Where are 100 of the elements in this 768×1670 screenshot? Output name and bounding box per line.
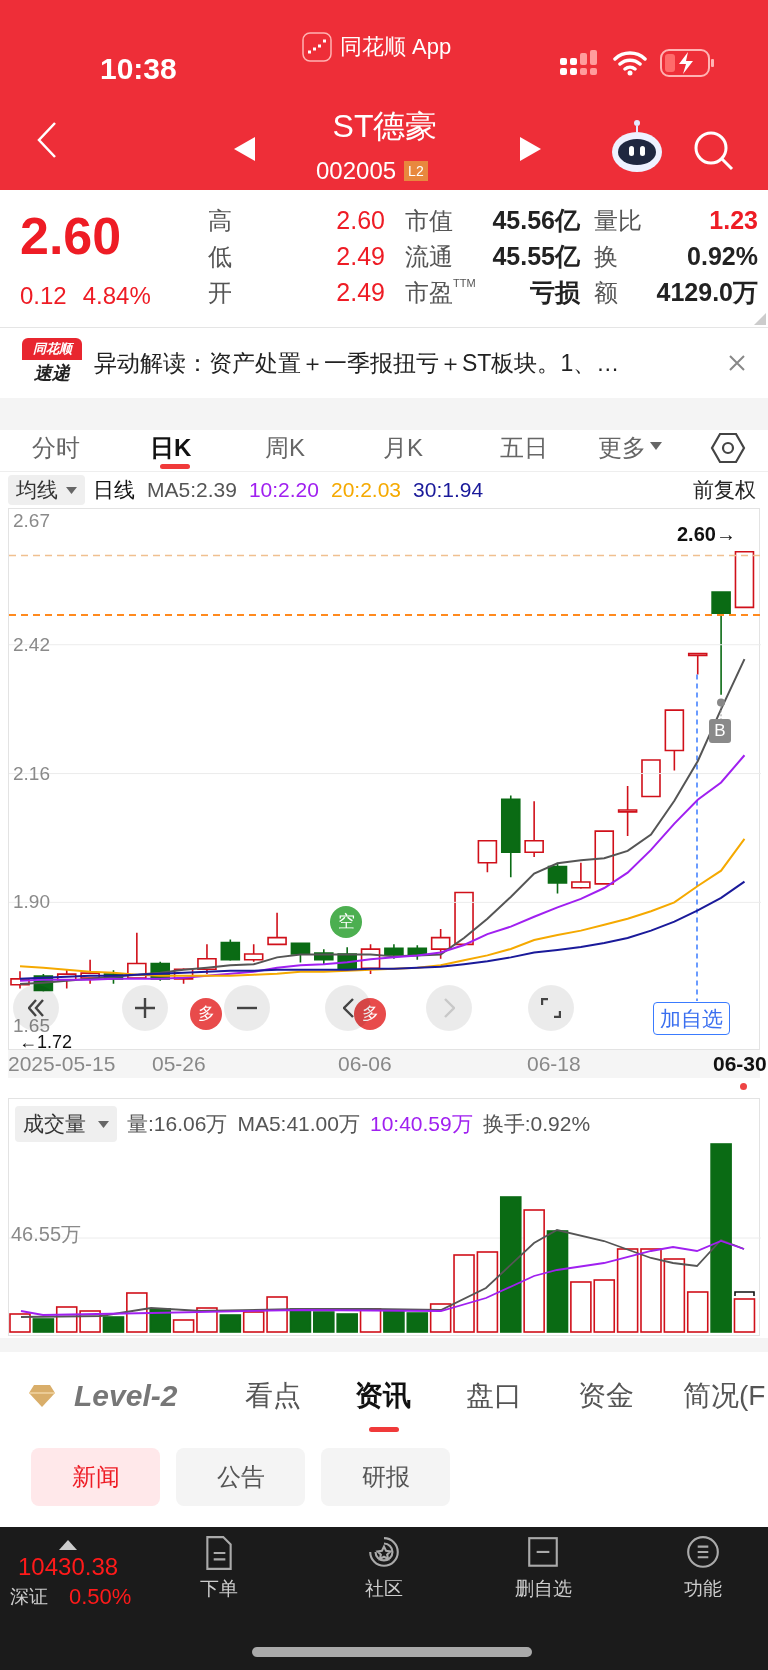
stock-title: ST德豪: [331, 107, 439, 146]
indicator-selector[interactable]: 成交量: [15, 1106, 117, 1142]
candlestick: [407, 944, 428, 961]
detail-tab[interactable]: 盘口: [466, 1376, 522, 1432]
level-badge: L2: [404, 161, 428, 181]
bracket-mark-icon: [734, 1291, 755, 1297]
candlestick: [56, 968, 77, 990]
candlestick: [454, 891, 474, 946]
candlestick: [197, 943, 217, 975]
period-tab[interactable]: 日K: [150, 430, 192, 472]
next-stock-icon[interactable]: [518, 136, 542, 162]
battery-icon: [660, 49, 716, 77]
status-time: 10:38: [100, 51, 177, 87]
candlestick: [477, 839, 498, 874]
index-value: 10430.38: [18, 1552, 119, 1582]
candlestick: [664, 709, 685, 772]
stat-label: 高: [208, 206, 232, 236]
date-axis-label: 2025-05-15: [8, 1051, 116, 1077]
period-tab[interactable]: 五日: [500, 430, 548, 472]
candlestick: [173, 967, 194, 985]
date-axis-label: 06-18: [527, 1051, 581, 1077]
search-icon[interactable]: [693, 130, 735, 172]
zoom-in-button[interactable]: [122, 985, 168, 1031]
candlestick: [80, 958, 100, 985]
volume-value: 量:16.06万: [127, 1111, 228, 1138]
level-2-brand: Level-2: [74, 1378, 178, 1414]
settings-icon[interactable]: [710, 432, 746, 464]
trade-marker: B: [709, 719, 731, 743]
period-tab[interactable]: 分时: [32, 430, 80, 472]
sub-tab[interactable]: 新闻: [31, 1448, 160, 1506]
period-tab[interactable]: 周K: [265, 430, 305, 472]
volume-bar: [219, 1314, 242, 1333]
candlestick: [243, 943, 264, 963]
collapse-button[interactable]: [13, 985, 59, 1031]
candlestick: [314, 948, 334, 966]
index-name: 深证: [10, 1585, 48, 1609]
detail-tab[interactable]: 资讯: [355, 1376, 411, 1432]
sub-tab[interactable]: 研报: [321, 1448, 450, 1506]
ma-value: 30:1.94: [413, 477, 484, 504]
stat-value: 1.23: [709, 205, 758, 237]
percent-change: 4.84%: [82, 281, 151, 311]
detail-tab[interactable]: 看点: [245, 1376, 301, 1432]
stat-label: 换: [594, 242, 618, 272]
stat-label: 开: [208, 278, 232, 308]
plus-icon: [134, 997, 156, 1019]
nav-item[interactable]: 社区: [339, 1535, 429, 1615]
detail-tab[interactable]: 简况(F: [683, 1376, 766, 1432]
add-watchlist-button[interactable]: 加自选: [653, 1002, 730, 1035]
stat-value: 2.60: [336, 205, 385, 237]
double-chevron-icon: [28, 999, 44, 1017]
sub-tab[interactable]: 公告: [176, 1448, 305, 1506]
price-axis-label: 1.90: [13, 893, 50, 912]
previous-stock-icon[interactable]: [233, 136, 257, 162]
stat-value: 45.55亿: [492, 241, 580, 273]
adjustment-label[interactable]: 前复权: [693, 474, 756, 506]
volume-bar: [336, 1313, 358, 1333]
candlestick: [571, 861, 591, 890]
signal-marker: 多: [354, 998, 386, 1030]
dropdown-icon: [650, 442, 662, 450]
ma-value: 20:2.03: [330, 477, 402, 504]
fullscreen-button[interactable]: [528, 985, 574, 1031]
indicator-selector[interactable]: 均线: [8, 475, 85, 505]
price-change: 0.12: [20, 281, 67, 311]
stock-code: 002005: [316, 156, 397, 186]
stat-value: 4129.0万: [656, 277, 758, 309]
price-axis-label: 2.42: [13, 635, 50, 654]
index-change: 0.50%: [69, 1583, 132, 1611]
period-tab[interactable]: 更多: [598, 430, 662, 472]
period-label: 日线: [93, 477, 135, 504]
wifi-icon: [613, 50, 647, 76]
volume-bar: [383, 1310, 405, 1333]
candlestick: [103, 969, 124, 985]
stat-value: 2.49: [336, 241, 385, 273]
nav-item[interactable]: 功能: [658, 1535, 748, 1615]
candlestick: [220, 938, 241, 962]
app-label: 同花顺 App: [340, 33, 452, 61]
menu-circle-icon: [686, 1535, 720, 1571]
volume-bar: [359, 1308, 382, 1333]
price-axis-label: 2.67: [13, 511, 50, 530]
robot-icon[interactable]: [610, 118, 664, 174]
nav-item[interactable]: 删自选: [498, 1535, 588, 1615]
close-icon[interactable]: [728, 354, 746, 372]
news-flash-text[interactable]: 异动解读：资产处置＋一季报扭亏＋ST板块。1、…: [94, 345, 716, 381]
dropdown-icon: [98, 1120, 109, 1128]
diamond-icon: [28, 1384, 56, 1408]
candlestick: [641, 759, 661, 798]
candlestick: [430, 928, 451, 960]
detail-tab[interactable]: 资金: [578, 1376, 634, 1432]
stat-label: 市值: [405, 206, 453, 236]
corner-icon: [754, 313, 766, 325]
candlestick: [360, 943, 381, 975]
nav-item[interactable]: 下单: [174, 1535, 264, 1615]
back-icon[interactable]: [35, 120, 59, 160]
candlestick: [594, 830, 615, 885]
signal-marker: 空: [330, 906, 362, 938]
candlestick: [10, 970, 30, 990]
stat-label: 额: [594, 278, 618, 308]
chevron-left-icon: [342, 998, 354, 1018]
period-tab[interactable]: 月K: [383, 430, 423, 472]
volume-bar: [9, 1313, 31, 1333]
